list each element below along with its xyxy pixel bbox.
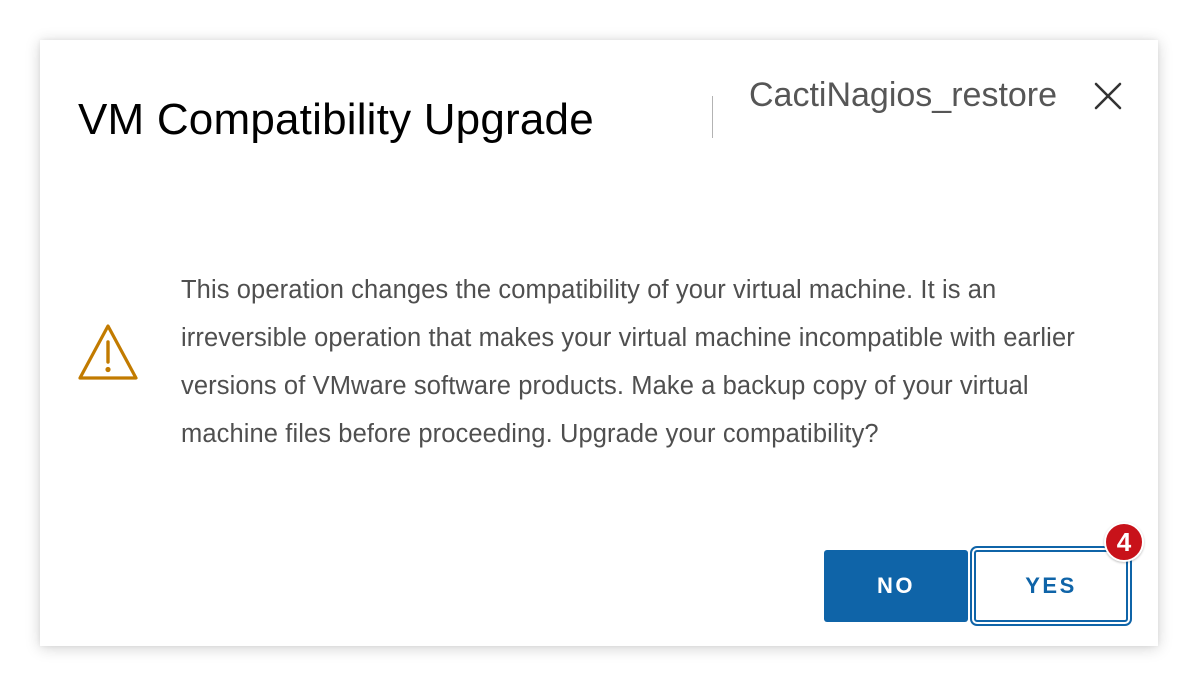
page: VM Compatibility Upgrade CactiNagios_res… xyxy=(0,0,1198,686)
compatibility-upgrade-dialog: VM Compatibility Upgrade CactiNagios_res… xyxy=(40,40,1158,646)
dialog-footer: NO YES 4 xyxy=(40,522,1158,626)
no-button[interactable]: NO xyxy=(824,550,968,622)
vm-name-subtitle: CactiNagios_restore xyxy=(749,76,1058,114)
dialog-title: VM Compatibility Upgrade xyxy=(78,95,594,144)
header-divider xyxy=(712,96,713,138)
close-icon xyxy=(1094,82,1122,110)
dialog-header: VM Compatibility Upgrade CactiNagios_res… xyxy=(40,40,1158,190)
close-button[interactable] xyxy=(1088,76,1128,116)
yes-button[interactable]: YES xyxy=(970,546,1132,626)
step-number-badge: 4 xyxy=(1104,522,1144,562)
warning-message: This operation changes the compatibility… xyxy=(181,276,1075,448)
warning-triangle-icon xyxy=(78,324,138,380)
